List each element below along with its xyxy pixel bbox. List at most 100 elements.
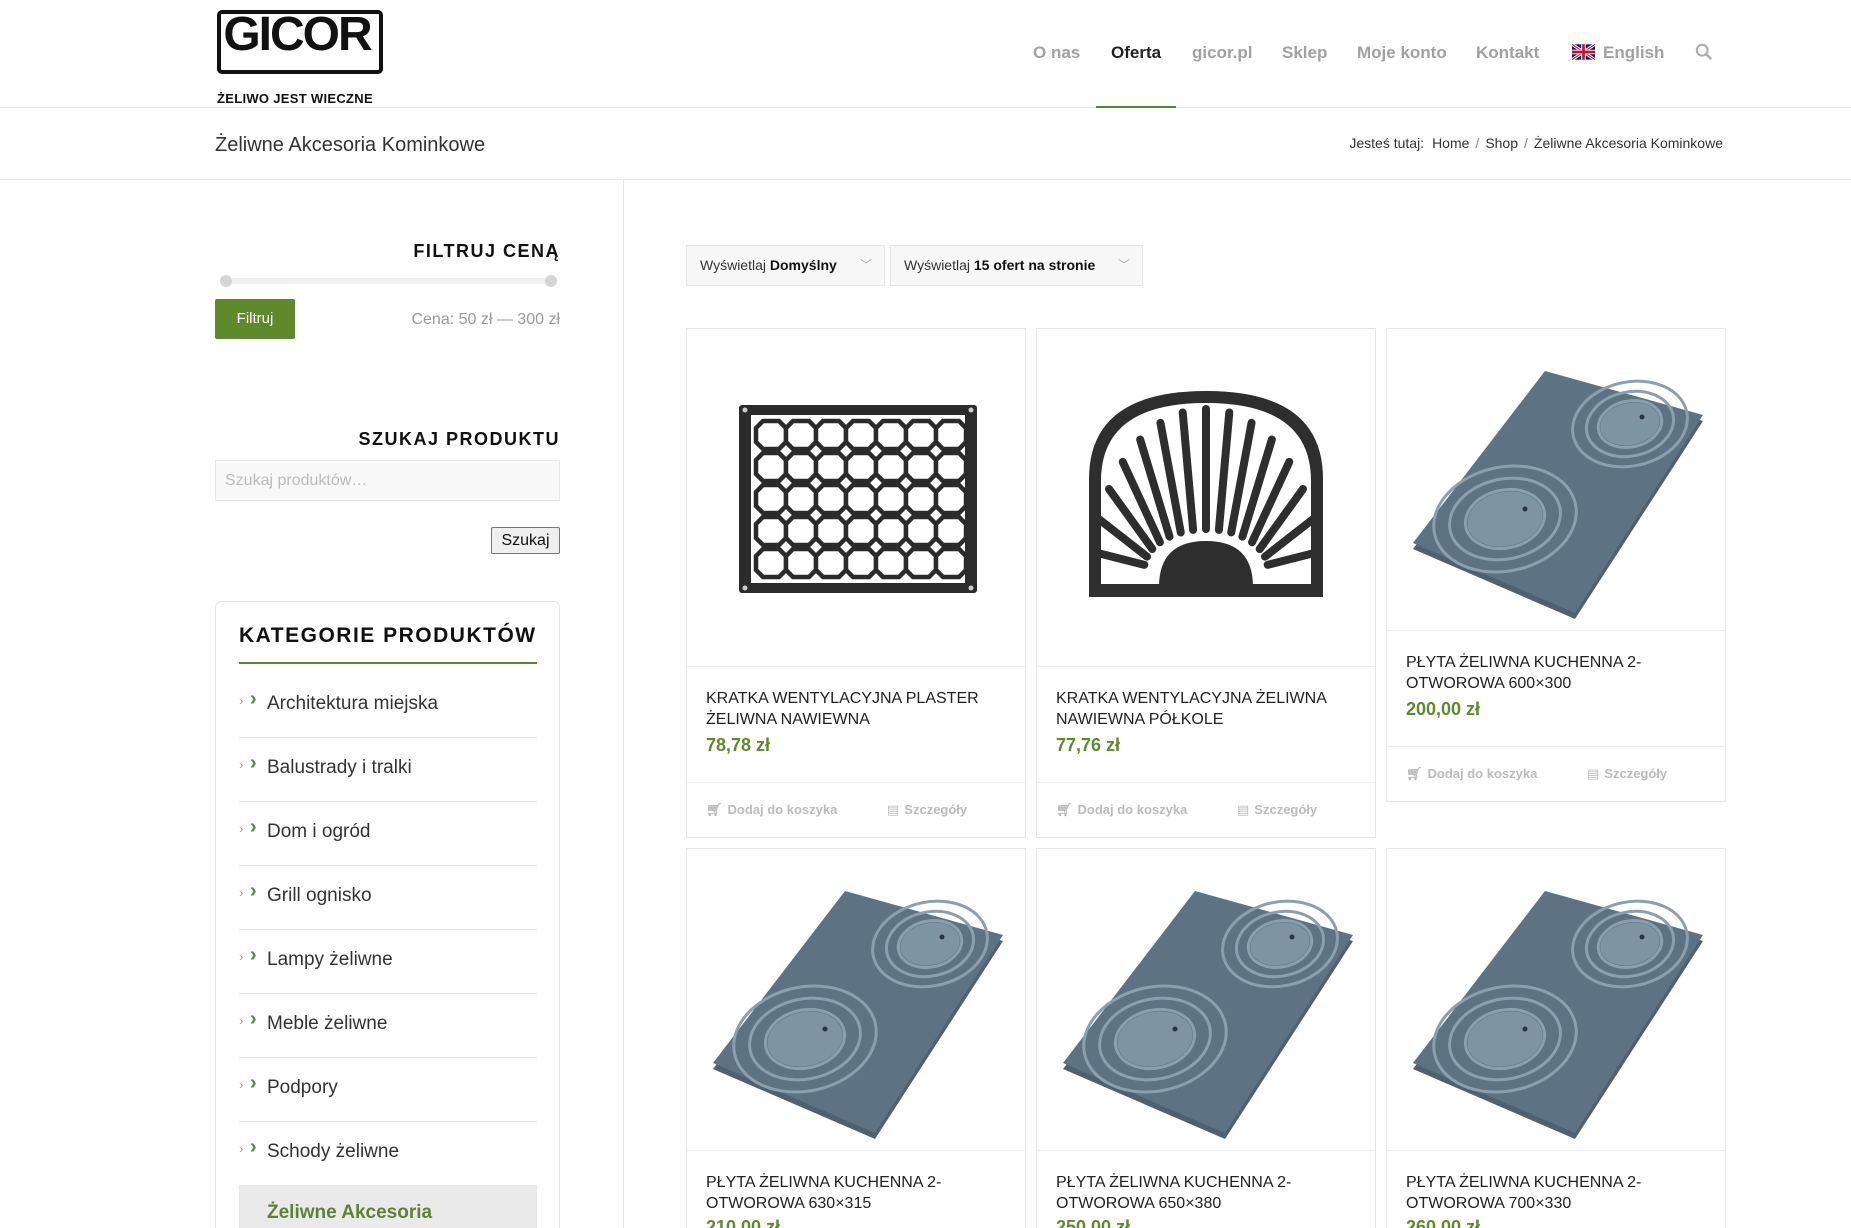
chevron-down-icon: ﹀ bbox=[1117, 258, 1130, 272]
category-item[interactable]: › › Podpory bbox=[239, 1058, 537, 1122]
category-label: Meble żeliwne bbox=[267, 1013, 388, 1034]
chevron-right-icon: › bbox=[250, 944, 257, 966]
search-icon[interactable] bbox=[1695, 43, 1713, 61]
product-name[interactable]: KRATKA WENTYLACYJNA ŻELIWNA NAWIEWNA PÓŁ… bbox=[1056, 688, 1356, 730]
details-button[interactable]: ▤ Szczegóły bbox=[1587, 766, 1667, 782]
category-label: Żeliwne Akcesoria bbox=[267, 1202, 433, 1223]
product-image[interactable] bbox=[1037, 329, 1375, 666]
per-page-value: 15 ofert na stronie bbox=[973, 257, 1096, 273]
chevron-right-icon: › bbox=[250, 816, 257, 838]
product-search-input[interactable]: Szukaj produktów… bbox=[215, 460, 560, 501]
cast-iron-plate-image bbox=[1413, 891, 1703, 1139]
nav-english-label: English bbox=[1603, 43, 1665, 62]
chevron-right-icon: › bbox=[250, 1072, 257, 1094]
logo-tagline: ŻELIWO JEST WIECZNE bbox=[217, 91, 373, 106]
product-name[interactable]: PŁYTA ŻELIWNA KUCHENNA 2-OTWOROWA 600×30… bbox=[1406, 652, 1706, 694]
product-image[interactable] bbox=[1387, 329, 1725, 629]
product-search-button[interactable]: Szukaj bbox=[491, 527, 560, 554]
card-divider bbox=[687, 666, 1025, 667]
breadcrumb-shop[interactable]: Shop bbox=[1485, 135, 1518, 151]
product-card[interactable]: PŁYTA ŻELIWNA KUCHENNA 2-OTWOROWA 700×33… bbox=[1386, 848, 1726, 1228]
document-icon: ▤ bbox=[1587, 766, 1600, 781]
category-label: Schody żeliwne bbox=[267, 1141, 400, 1162]
cart-icon: 🛒︎ bbox=[1056, 802, 1073, 817]
price-filter-title: FILTRUJ CENĄ bbox=[413, 241, 560, 261]
product-card[interactable]: KRATKA WENTYLACYJNA PLASTER ŻELIWNA NAWI… bbox=[686, 328, 1026, 838]
add-to-cart-button[interactable]: 🛒︎ Dodaj do koszyka bbox=[1056, 802, 1187, 818]
title-bar: Żeliwne Akcesoria Kominkowe Jesteś tutaj… bbox=[0, 108, 1851, 180]
product-name[interactable]: PŁYTA ŻELIWNA KUCHENNA 2-OTWOROWA 630×31… bbox=[706, 1172, 1006, 1214]
nav-item-oferta[interactable]: Oferta bbox=[1111, 0, 1161, 108]
product-price: 77,76 zł bbox=[1056, 735, 1121, 755]
category-item[interactable]: › › Schody żeliwne bbox=[239, 1122, 537, 1186]
product-card[interactable]: PŁYTA ŻELIWNA KUCHENNA 2-OTWOROWA 650×38… bbox=[1036, 848, 1376, 1228]
details-button[interactable]: ▤ Szczegóły bbox=[887, 802, 967, 818]
product-name[interactable]: PŁYTA ŻELIWNA KUCHENNA 2-OTWOROWA 700×33… bbox=[1406, 1172, 1706, 1214]
product-name[interactable]: PŁYTA ŻELIWNA KUCHENNA 2-OTWOROWA 650×38… bbox=[1056, 1172, 1356, 1214]
cast-iron-plate-image bbox=[1063, 891, 1353, 1139]
product-price: 260,00 zł bbox=[1406, 1217, 1481, 1228]
card-divider bbox=[1037, 666, 1375, 667]
category-item[interactable]: › › Dom i ogród bbox=[239, 802, 537, 866]
product-card[interactable]: PŁYTA ŻELIWNA KUCHENNA 2-OTWOROWA 600×30… bbox=[1386, 328, 1726, 802]
category-item[interactable]: › › Balustrady i tralki bbox=[239, 738, 537, 802]
category-label: Grill ognisko bbox=[267, 885, 372, 906]
per-page-select[interactable]: Wyświetlaj 15 ofert na stronie ﹀ bbox=[890, 245, 1143, 286]
nav-item-sklep[interactable]: Sklep bbox=[1282, 0, 1327, 108]
breadcrumb: Jesteś tutaj: Home / Shop / Żeliwne Akcesoria… bbox=[1349, 135, 1723, 151]
product-search-title: SZUKAJ PRODUKTU bbox=[358, 429, 560, 449]
breadcrumb-home[interactable]: Home bbox=[1432, 135, 1469, 151]
product-name[interactable]: KRATKA WENTYLACYJNA PLASTER ŻELIWNA NAWI… bbox=[706, 688, 1006, 730]
product-image[interactable] bbox=[687, 849, 1025, 1149]
cast-iron-plate-image bbox=[713, 891, 1003, 1139]
details-button[interactable]: ▤ Szczegóły bbox=[1237, 802, 1317, 818]
nav-item-o-nas[interactable]: O nas bbox=[1033, 0, 1080, 108]
add-to-cart-label: Dodaj do koszyka bbox=[727, 802, 838, 817]
breadcrumb-separator: / bbox=[1475, 135, 1480, 151]
document-icon: ▤ bbox=[887, 802, 900, 817]
product-card[interactable]: KRATKA WENTYLACYJNA ŻELIWNA NAWIEWNA PÓŁ… bbox=[1036, 328, 1376, 838]
category-item-current[interactable]: Żeliwne Akcesoria bbox=[239, 1186, 537, 1228]
product-card[interactable]: PŁYTA ŻELIWNA KUCHENNA 2-OTWOROWA 630×31… bbox=[686, 848, 1026, 1228]
category-item[interactable]: › › Grill ognisko bbox=[239, 866, 537, 930]
bullet-icon: › bbox=[239, 1141, 244, 1156]
add-to-cart-button[interactable]: 🛒︎ Dodaj do koszyka bbox=[1406, 766, 1537, 782]
category-item[interactable]: › › Lampy żeliwne bbox=[239, 930, 537, 994]
categories-title-underline bbox=[239, 662, 537, 664]
price-slider-track[interactable] bbox=[222, 278, 552, 284]
site-logo[interactable]: GICOR ŻELIWO JEST WIECZNE bbox=[215, 2, 387, 108]
product-image[interactable] bbox=[1387, 849, 1725, 1149]
price-slider-min-handle[interactable] bbox=[220, 275, 232, 287]
bullet-icon: › bbox=[239, 949, 244, 964]
chevron-right-icon: › bbox=[250, 1008, 257, 1030]
sort-order-select[interactable]: Wyświetlaj Domyślny ﹀ bbox=[686, 245, 885, 286]
nav-item-kontakt[interactable]: Kontakt bbox=[1476, 0, 1539, 108]
cart-icon: 🛒︎ bbox=[706, 802, 723, 817]
nav-item-gicor[interactable]: gicor.pl bbox=[1192, 0, 1252, 108]
vent-grate-octagon-image bbox=[739, 405, 977, 593]
filter-button[interactable]: Filtruj bbox=[215, 299, 295, 339]
card-divider bbox=[1387, 630, 1725, 631]
nav-item-moje-konto[interactable]: Moje konto bbox=[1357, 0, 1447, 108]
price-range-label: Cena: 50 zł — 300 zł bbox=[411, 311, 560, 328]
add-to-cart-button[interactable]: 🛒︎ Dodaj do koszyka bbox=[706, 802, 837, 818]
details-label: Szczegóły bbox=[1604, 766, 1668, 781]
bullet-icon: › bbox=[239, 693, 244, 708]
nav-item-english[interactable]: English bbox=[1572, 0, 1664, 108]
price-slider-max-handle[interactable] bbox=[545, 275, 557, 287]
chevron-right-icon: › bbox=[250, 688, 257, 710]
vent-grate-semicircle-image bbox=[1089, 391, 1323, 597]
product-image[interactable] bbox=[687, 329, 1025, 666]
category-item[interactable]: › › Architektura miejska bbox=[239, 674, 537, 738]
bullet-icon: › bbox=[239, 1077, 244, 1092]
categories-title: KATEGORIE PRODUKTÓW bbox=[239, 624, 537, 647]
sort-value: Domyślny bbox=[769, 257, 837, 273]
cart-icon: 🛒︎ bbox=[1406, 766, 1423, 781]
product-image[interactable] bbox=[1037, 849, 1375, 1149]
card-divider bbox=[687, 1150, 1025, 1151]
per-page-prefix: Wyświetlaj bbox=[904, 257, 970, 273]
category-item[interactable]: › › Meble żeliwne bbox=[239, 994, 537, 1058]
sort-prefix: Wyświetlaj bbox=[700, 257, 766, 273]
breadcrumb-lead: Jesteś tutaj: bbox=[1349, 135, 1425, 151]
card-divider bbox=[1387, 1150, 1725, 1151]
